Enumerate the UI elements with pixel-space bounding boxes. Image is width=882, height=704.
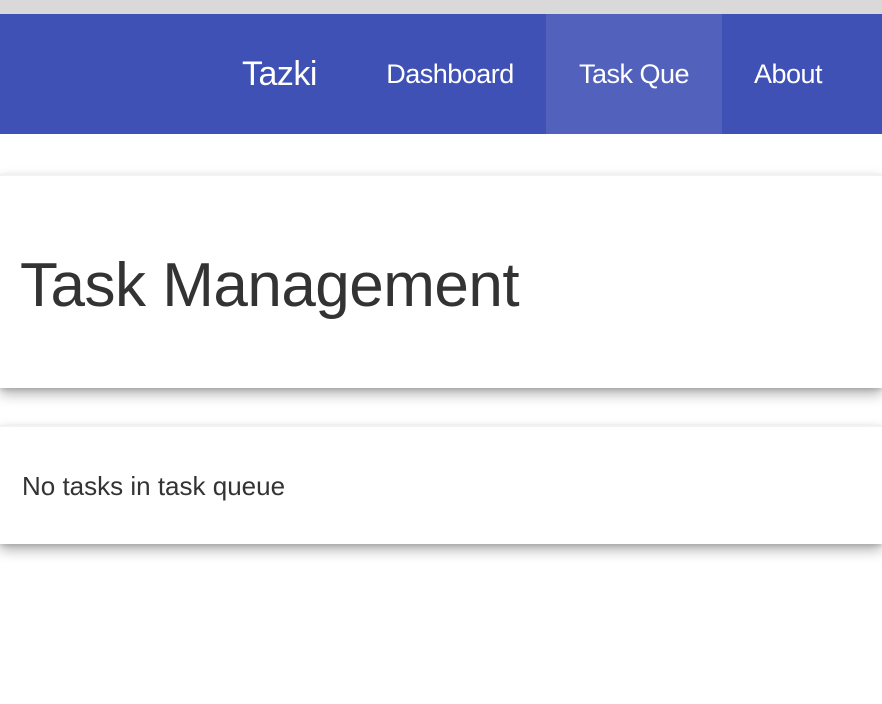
nav-item-about[interactable]: About	[722, 14, 854, 134]
nav-item-dashboard[interactable]: Dashboard	[354, 14, 546, 134]
empty-task-message: No tasks in task queue	[22, 471, 286, 501]
title-card: Task Management	[0, 174, 882, 388]
nav-item-task-que[interactable]: Task Que	[546, 14, 722, 134]
navbar: Tazki Dashboard Task Que About	[0, 14, 882, 134]
page-title: Task Management	[20, 251, 520, 320]
brand-link[interactable]: Tazki	[242, 14, 317, 134]
window-top-strip	[0, 0, 882, 14]
task-queue-card: No tasks in task queue	[0, 425, 882, 544]
